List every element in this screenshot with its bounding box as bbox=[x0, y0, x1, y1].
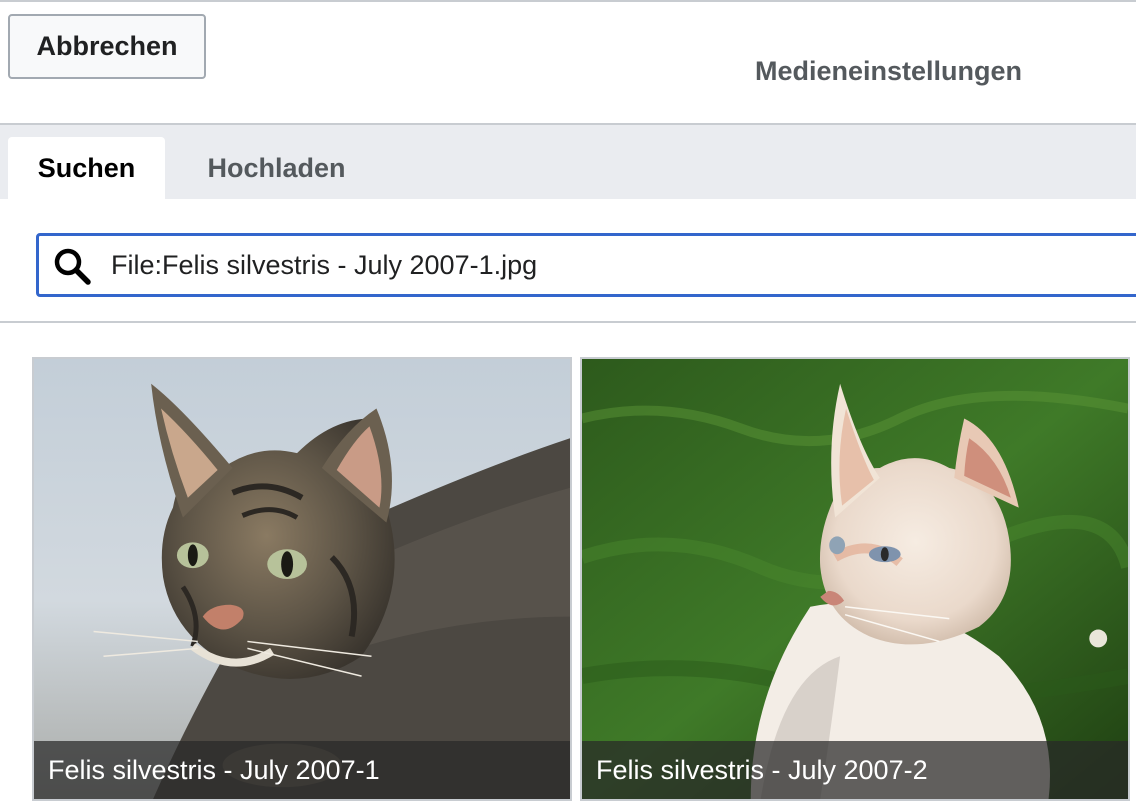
result-caption: Felis silvestris - July 2007-1 bbox=[34, 741, 570, 799]
result-tile[interactable]: Felis silvestris - July 2007-2 bbox=[580, 357, 1130, 801]
search-results: Felis silvestris - July 2007-1 Felis sil… bbox=[0, 323, 1136, 806]
result-tile[interactable]: Felis silvestris - July 2007-1 bbox=[32, 357, 572, 801]
search-panel bbox=[0, 199, 1136, 323]
search-icon bbox=[53, 247, 91, 285]
tab-upload[interactable]: Hochladen bbox=[170, 137, 383, 199]
tab-search[interactable]: Suchen bbox=[8, 137, 165, 199]
dialog-title: Medieneinstellungen bbox=[755, 56, 1023, 86]
result-caption: Felis silvestris - July 2007-2 bbox=[582, 741, 1128, 799]
search-input[interactable] bbox=[111, 242, 1111, 288]
result-thumbnail-tabby-cat bbox=[34, 359, 570, 799]
cancel-button[interactable]: Abbrechen bbox=[8, 14, 206, 79]
result-thumbnail-white-cat bbox=[582, 359, 1128, 799]
dialog-header: Abbrechen Medieneinstellungen bbox=[0, 2, 1136, 125]
search-field[interactable] bbox=[36, 233, 1136, 297]
tab-bar: Suchen Hochladen bbox=[0, 125, 1136, 199]
